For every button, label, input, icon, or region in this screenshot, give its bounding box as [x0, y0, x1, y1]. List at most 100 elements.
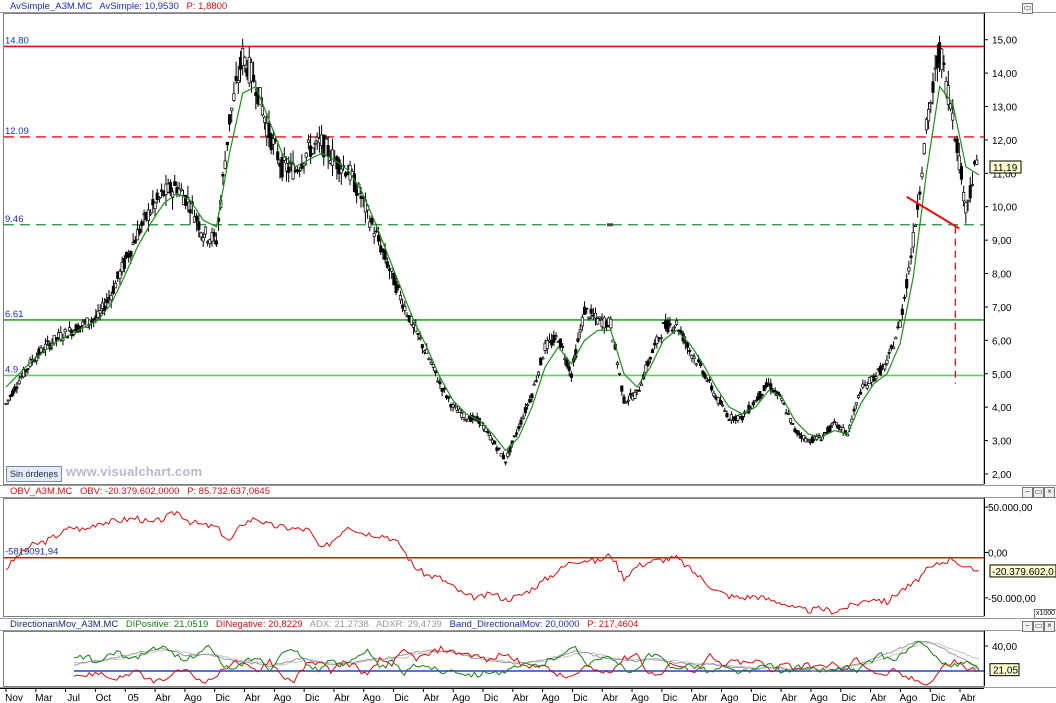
candle-body — [493, 441, 497, 445]
candle-body — [133, 239, 137, 244]
candle-body — [940, 48, 944, 71]
candle-body — [626, 399, 630, 402]
candle-body — [46, 340, 50, 343]
close-icon[interactable]: × — [1044, 487, 1055, 498]
x-tick-label: Abr — [155, 693, 171, 703]
dm-series-line — [73, 645, 980, 686]
x-tick-label: 05 — [128, 693, 140, 703]
candle-body — [565, 359, 569, 367]
candle-body — [580, 316, 584, 327]
candle-body — [306, 139, 310, 143]
candle-body — [6, 399, 10, 402]
candle-body — [918, 191, 922, 195]
candle-body — [98, 310, 102, 314]
candle-body — [679, 330, 683, 333]
candle-body — [962, 192, 966, 202]
x-tick-label: Nov — [5, 693, 23, 703]
candle-body — [688, 350, 692, 352]
candle-body — [891, 346, 896, 350]
candle-body — [302, 163, 306, 167]
candle-body — [703, 373, 707, 379]
candle-body — [523, 407, 527, 414]
candle-body — [330, 149, 335, 166]
y-tick-label: 12,00 — [992, 136, 1017, 147]
candle-body — [263, 116, 267, 123]
candle-body — [521, 416, 525, 419]
y-tick-label: -50.000,00 — [988, 594, 1036, 605]
candle-body — [92, 318, 96, 321]
candle-body — [723, 409, 727, 412]
legend-item: P: 1,8800 — [186, 1, 228, 12]
candle-body — [589, 308, 593, 314]
candle-body — [975, 159, 979, 165]
last-value-label: -20.379.602,0 — [992, 567, 1054, 578]
candle-body — [109, 295, 113, 301]
watermark: www.visualchart.com — [66, 464, 203, 479]
candle-body — [878, 365, 882, 376]
y-tick-label: 8,00 — [992, 270, 1012, 281]
price-candles — [4, 35, 979, 466]
x-tick-label: Dic — [484, 693, 498, 703]
candle-body — [593, 312, 598, 319]
restore-icon[interactable]: ▭ — [1033, 487, 1044, 498]
legend-item: DirectionanMov_A3M.MC — [10, 619, 119, 630]
candle-body — [515, 432, 519, 435]
candle-body — [326, 145, 330, 157]
candle-body — [63, 329, 67, 333]
candle-body — [620, 385, 624, 392]
candle-body — [536, 371, 541, 376]
minimize-icon[interactable]: − — [1022, 487, 1033, 498]
candle-body — [567, 366, 571, 371]
candle-body — [909, 255, 913, 258]
reference-lines: 14.80 12.09 9.46 6.61 4.9 -5819091,94 — [4, 35, 984, 672]
candle-body — [558, 338, 562, 348]
candle-body — [929, 101, 933, 105]
candle-body — [427, 357, 431, 360]
legend-item: AvSimple: 10,9530 — [99, 1, 179, 12]
restore-icon[interactable]: ▭ — [1033, 621, 1044, 632]
candle-body — [234, 75, 238, 81]
candle-body — [955, 138, 959, 153]
candle-body — [282, 156, 286, 161]
x-tick-label: Abr — [424, 693, 440, 703]
candle-body — [830, 422, 834, 426]
candle-body — [24, 369, 28, 373]
candle-body — [900, 308, 904, 315]
candle-body — [576, 338, 580, 342]
candle-body — [905, 279, 909, 289]
legend-item: OBV: -20.379.602,0000 — [79, 486, 180, 497]
restore-icon[interactable]: ▭ — [1022, 3, 1033, 14]
candle-body — [832, 421, 836, 423]
candle-body — [243, 57, 247, 66]
candle-body — [615, 362, 619, 365]
orders-status-badge[interactable]: Sin órdenes — [6, 466, 63, 482]
candle-body — [806, 439, 810, 441]
candle-body — [786, 413, 790, 415]
candle-body — [214, 240, 218, 245]
x-tick-label: Abr — [960, 693, 976, 703]
candle-body — [236, 80, 240, 84]
candle-body — [486, 431, 490, 434]
candle-body — [352, 173, 356, 193]
x-tick-label: Abr — [692, 693, 708, 703]
close-icon[interactable]: × — [1044, 621, 1055, 632]
candle-body — [946, 85, 950, 105]
candle-body — [199, 232, 203, 238]
candle-body — [646, 360, 650, 366]
y-tick-label: 2,00 — [992, 470, 1012, 481]
candle-body — [751, 401, 755, 406]
x-tick-label: Dic — [752, 693, 766, 703]
x-tick-label: Abr — [245, 693, 261, 703]
candle-body — [81, 321, 85, 326]
candle-body — [668, 323, 672, 326]
candle-body — [173, 181, 177, 186]
candle-body — [569, 373, 573, 378]
candle-body — [587, 316, 591, 319]
candle-body — [506, 452, 510, 457]
candle-body — [276, 151, 280, 161]
candle-body — [694, 363, 698, 366]
candle-body — [212, 232, 216, 237]
minimize-icon[interactable]: − — [1022, 621, 1033, 632]
candle-body — [659, 337, 663, 339]
candle-body — [195, 215, 199, 222]
